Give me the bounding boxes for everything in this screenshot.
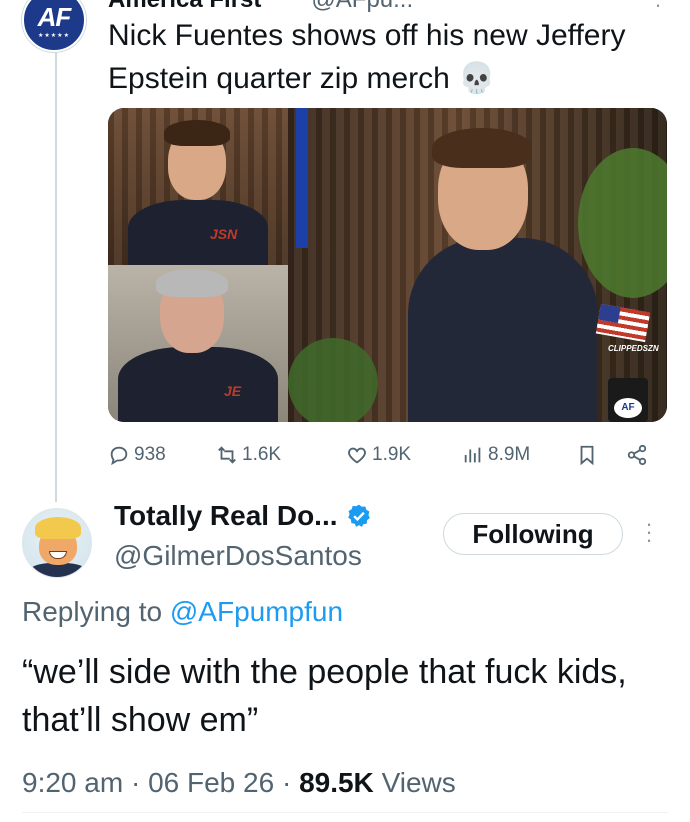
media-panel-bottom-left: JE xyxy=(108,265,288,422)
reply-author-handle[interactable]: @GilmerDosSantos xyxy=(114,540,362,572)
repost-button[interactable]: 1.6K xyxy=(216,440,281,470)
merch-monogram-2: JE xyxy=(224,383,242,399)
meta-separator-2: · xyxy=(281,767,292,798)
original-author-handle[interactable]: @AFpu... xyxy=(311,0,413,13)
like-count: 1.9K xyxy=(372,444,412,465)
views-count: 8.9M xyxy=(488,444,531,465)
avatar-stars-decoration: ★★★★★ xyxy=(38,33,70,39)
reply-button[interactable]: 938 xyxy=(108,440,166,470)
bottom-divider xyxy=(22,812,668,813)
original-author-name[interactable]: America First xyxy=(108,0,261,13)
views-button[interactable]: 8.9M xyxy=(462,440,530,470)
replying-to-line: Replying to @AFpumpfun xyxy=(22,596,343,628)
replying-to-mention-link[interactable]: @AFpumpfun xyxy=(170,596,343,627)
video-watermark: CLIPPEDSZN xyxy=(608,344,659,353)
heart-icon xyxy=(348,447,366,464)
repost-count: 1.6K xyxy=(242,444,282,465)
reply-count: 938 xyxy=(134,444,166,465)
tweet-views-label: Views xyxy=(381,767,456,798)
reply-author-name[interactable]: Totally Real Do... xyxy=(114,500,338,532)
thread-connector-line xyxy=(55,52,57,502)
tweet-action-bar: 938 1.6K 1.9K 8.9M xyxy=(108,440,664,470)
tweet-media-image[interactable]: JSN JE CLIPPEDSZN AF 🔈 xyxy=(108,108,667,422)
reply-more-options-icon[interactable]: · · · xyxy=(644,513,654,551)
more-options-icon[interactable]: ⋮ xyxy=(648,0,668,11)
reply-author-avatar[interactable] xyxy=(22,508,92,578)
share-button[interactable] xyxy=(626,440,648,470)
mug-logo: AF xyxy=(614,398,642,418)
tweet-views-count: 89.5K xyxy=(299,767,374,798)
media-panel-top-left: JSN xyxy=(108,108,288,265)
bookmark-icon xyxy=(580,445,594,466)
meta-separator-1: · xyxy=(130,767,141,798)
reply-icon xyxy=(110,446,128,466)
repost-icon xyxy=(218,446,236,464)
merch-monogram-1: JSN xyxy=(210,226,238,242)
reply-author-name-row[interactable]: Totally Real Do... xyxy=(114,500,372,532)
like-button[interactable]: 1.9K xyxy=(346,440,411,470)
original-tweet-header: America First @AFpu... xyxy=(108,0,413,14)
share-icon xyxy=(627,444,647,466)
america-first-avatar[interactable]: AF ★★★★★ xyxy=(22,0,86,52)
tweet-metadata: 9:20 am · 06 Feb 26 · 89.5K Views xyxy=(22,767,456,799)
analytics-icon xyxy=(464,447,481,463)
avatar-logo-text: AF xyxy=(37,2,72,32)
bookmark-button[interactable] xyxy=(576,440,598,470)
following-button[interactable]: Following xyxy=(443,513,623,555)
tweet-time[interactable]: 9:20 am xyxy=(22,767,123,798)
original-tweet-text: Nick Fuentes shows off his new Jeffery E… xyxy=(108,19,626,95)
media-panel-right: CLIPPEDSZN AF 🔈 xyxy=(288,108,667,422)
replying-prefix: Replying to xyxy=(22,596,163,627)
verified-badge-icon xyxy=(347,504,370,527)
reply-tweet-text: “we’ll side with the people that fuck ki… xyxy=(22,653,627,739)
tweet-date[interactable]: 06 Feb 26 xyxy=(148,767,274,798)
